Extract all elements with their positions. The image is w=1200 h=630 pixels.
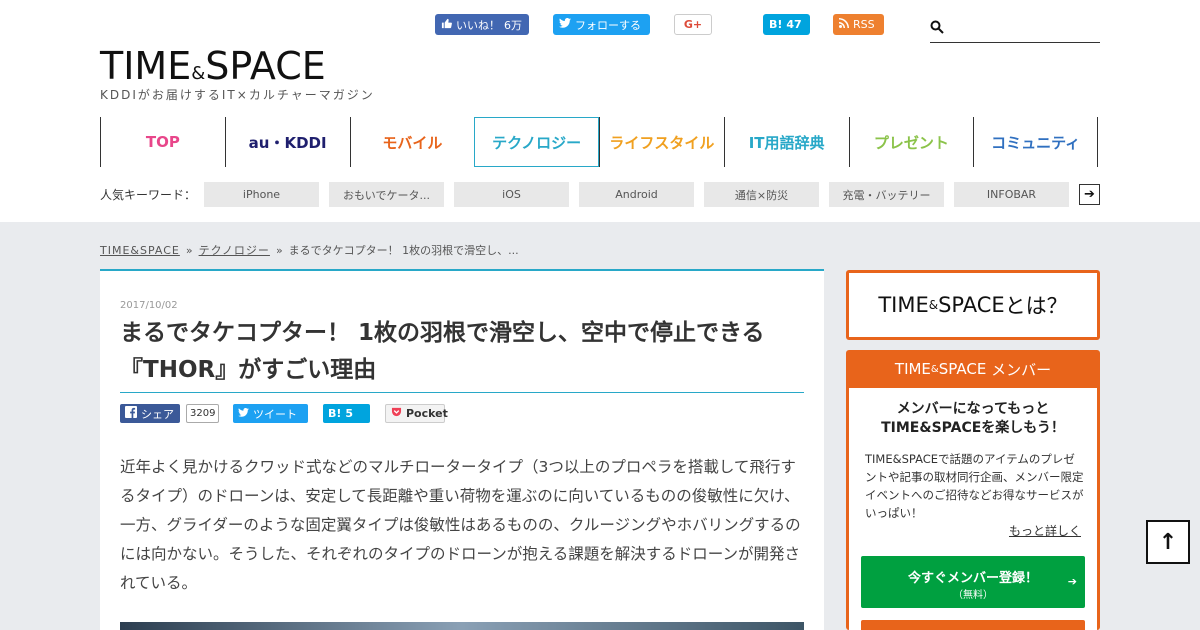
register-member-button[interactable]: 今すぐメンバー登録！ （無料） ➔ [861, 556, 1085, 608]
main-nav: TOP au・KDDI モバイル テクノロジー ライフスタイル IT用語辞典 プ… [100, 117, 1098, 167]
nav-label: IT用語辞典 [748, 133, 825, 152]
breadcrumb-home-link[interactable]: TIME&SPACE [100, 244, 180, 257]
about-suffix: とは？ [1004, 294, 1068, 318]
nav-label: ライフスタイル [609, 133, 715, 152]
member-more-link[interactable]: もっと詳しく [1009, 522, 1081, 539]
nav-item-lifestyle[interactable]: ライフスタイル [599, 117, 724, 167]
about-logo-space: SPACE [938, 293, 1005, 317]
arrow-up-icon: ↑ [1158, 529, 1178, 555]
member-header-suffix: メンバー [986, 360, 1052, 379]
keyword-tag[interactable]: iPhone [204, 182, 319, 207]
keyword-tag[interactable]: iOS [454, 182, 569, 207]
tweet-label: ツイート [253, 407, 297, 421]
twitter-follow-label: フォローする [575, 18, 641, 32]
hatena-share-button[interactable]: B! 5 [323, 404, 370, 423]
nav-label: モバイル [382, 133, 443, 152]
keyword-tag[interactable]: 充電・バッテリー [829, 182, 944, 207]
member-widget-header: TIME & SPACE メンバー [846, 350, 1100, 388]
facebook-share-button[interactable]: シェア [120, 404, 180, 423]
site-tagline: KDDIがお届けするIT×カルチャーマガジン [100, 88, 375, 102]
member-logo-amp: & [930, 363, 939, 375]
nav-label: TOP [145, 133, 180, 151]
twitter-tweet-button[interactable]: ツイート [233, 404, 308, 423]
member-logo-space: SPACE [938, 360, 987, 378]
logo-amp: & [191, 63, 206, 84]
nav-item-au-kddi[interactable]: au・KDDI [224, 117, 350, 167]
login-button[interactable] [861, 620, 1085, 630]
hatena-count: 47 [786, 18, 802, 31]
back-to-top-button[interactable]: ↑ [1146, 520, 1190, 564]
member-widget-body: メンバーになってもっと TIME&SPACEを楽しもう！ TIME&SPACEで… [849, 388, 1097, 630]
article-lead-paragraph: 近年よく見かけるクワッド式などのマルチロータータイプ（3つ以上のプロペラを搭載し… [120, 458, 801, 592]
member-widget-description: TIME&SPACEで話題のアイテムのプレゼントや記事の取材同行企画、メンバー限… [865, 452, 1084, 520]
keyword-tag[interactable]: INFOBAR [954, 182, 1069, 207]
pocket-button[interactable]: Pocket [385, 404, 448, 423]
nav-item-present[interactable]: プレゼント [848, 117, 974, 167]
breadcrumb: TIME&SPACE » テクノロジー » まるでタケコプター！ 1枚の羽根で滑空し、.… [100, 242, 519, 258]
facebook-like-button[interactable]: いいね！ 6万 [435, 14, 529, 35]
nav-label: プレゼント [873, 133, 949, 152]
rss-button[interactable]: RSS [833, 14, 884, 35]
breadcrumb-current: まるでタケコプター！ 1枚の羽根で滑空し、... [288, 244, 519, 257]
nav-item-community[interactable]: コミュニティ [973, 117, 1098, 167]
twitter-follow-button[interactable]: フォローする [553, 14, 650, 35]
keyword-tag[interactable]: おもいでケータ... [329, 182, 444, 207]
about-time-space-banner[interactable]: TIME & SPACE とは？ [846, 270, 1100, 340]
google-plus-label: G+ [683, 18, 703, 31]
pocket-icon [391, 407, 402, 420]
breadcrumb-separator: » [185, 244, 193, 257]
logo-time: TIME [100, 44, 192, 88]
member-widget-title: メンバーになってもっと TIME&SPACEを楽しもう！ [849, 400, 1097, 438]
rss-label: RSS [853, 18, 875, 31]
facebook-like-count: 6万 [504, 18, 522, 32]
google-plus-button[interactable]: G+ [674, 14, 712, 35]
site-header: いいね！ 6万 フォローする G+ B! 47 RSS TIME&SPACE K… [0, 0, 1200, 222]
twitter-bird-icon [559, 18, 571, 31]
member-widget: TIME & SPACE メンバー メンバーになってもっと TIME&SPACEを楽… [846, 350, 1100, 630]
thumbs-up-icon [441, 18, 452, 32]
nav-label: コミュニティ [991, 133, 1081, 152]
facebook-share-label: シェア [141, 407, 174, 421]
breadcrumb-separator: » [275, 244, 283, 257]
hatena-icon-label: B! [328, 407, 342, 420]
nav-item-it-glossary[interactable]: IT用語辞典 [723, 117, 849, 167]
facebook-icon [125, 406, 137, 421]
register-sub-label: （無料） [953, 590, 993, 601]
logo-space: SPACE [205, 44, 326, 88]
hatena-bookmark-button[interactable]: B! 47 [763, 14, 810, 35]
nav-item-mobile[interactable]: モバイル [349, 117, 475, 167]
nav-item-technology[interactable]: テクノロジー [474, 117, 599, 167]
keyword-tag[interactable]: Android [579, 182, 694, 207]
nav-item-top[interactable]: TOP [100, 117, 225, 167]
hatena-share-count: 5 [345, 407, 354, 420]
pocket-label: Pocket [406, 407, 448, 420]
nav-label: テクノロジー [492, 133, 582, 152]
twitter-bird-icon [238, 407, 249, 420]
nav-label: au・KDDI [248, 133, 327, 152]
facebook-share-count: 3209 [186, 404, 220, 423]
search-icon[interactable] [930, 19, 944, 34]
rss-icon [839, 18, 849, 31]
member-title-line2: TIME&SPACEを楽しもう！ [881, 420, 1065, 436]
arrow-right-icon: ➔ [1067, 575, 1077, 588]
about-logo-amp: & [928, 298, 939, 312]
popular-keywords-label: 人気キーワード： [100, 188, 197, 202]
article-title: まるでタケコプター！ 1枚の羽根で滑空し、空中で停止できる『THOR』がすごい理… [120, 320, 765, 383]
keywords-next-arrow-icon[interactable]: ➔ [1079, 184, 1100, 205]
breadcrumb-category-link[interactable]: テクノロジー [199, 244, 270, 257]
member-title-line1: メンバーになってもっと [896, 401, 1050, 417]
article-date: 2017/10/02 [120, 300, 178, 311]
about-logo-time: TIME [878, 293, 929, 317]
title-divider [120, 392, 804, 393]
search-box [930, 14, 1100, 43]
keyword-tag[interactable]: 通信×防災 [704, 182, 819, 207]
register-main-label: 今すぐメンバー登録！ [907, 571, 1038, 586]
search-input[interactable] [952, 16, 1098, 40]
article-hero-image [120, 622, 804, 630]
facebook-like-label: いいね！ [456, 18, 500, 32]
hatena-icon-label: B! [769, 18, 783, 31]
article: 2017/10/02 まるでタケコプター！ 1枚の羽根で滑空し、空中で停止できる… [100, 269, 824, 630]
member-logo-time: TIME [894, 360, 931, 378]
